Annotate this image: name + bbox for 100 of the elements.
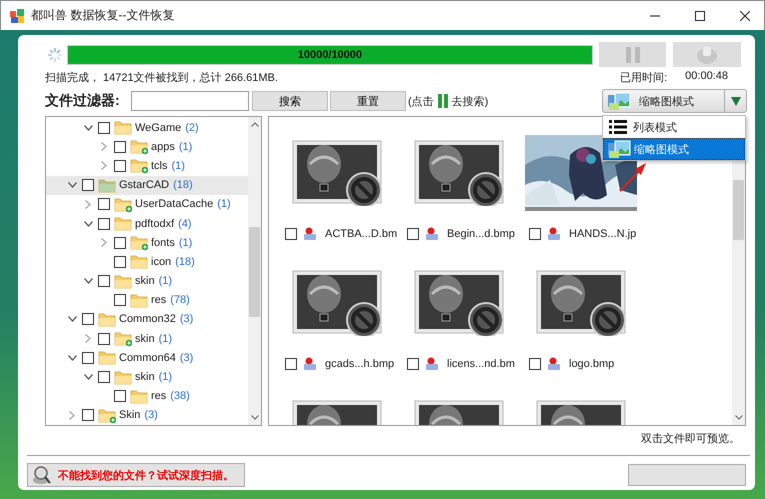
tree-item[interactable]: fonts (1)	[46, 233, 249, 252]
tree-item[interactable]: icon (18)	[46, 252, 249, 272]
broken-image-icon[interactable]	[292, 140, 382, 206]
tree-item[interactable]: skin (1)	[46, 329, 249, 348]
picture-stack-icon	[607, 91, 631, 111]
menu-item[interactable]: 缩略图模式	[603, 138, 745, 160]
scroll-down-icon[interactable]	[250, 415, 258, 420]
chevron-down-icon[interactable]	[84, 374, 92, 380]
scroll-down-icon[interactable]	[734, 415, 742, 420]
file-type-icon	[547, 357, 561, 371]
checkbox[interactable]	[114, 160, 126, 172]
chevron-down-icon[interactable]	[84, 278, 92, 284]
checkbox[interactable]	[529, 228, 541, 240]
folder-name: Skin	[119, 409, 140, 422]
file-count: (1)	[172, 160, 185, 172]
file-count: (2)	[185, 122, 199, 134]
tree-item[interactable]: apps (1)	[46, 137, 249, 156]
tree-item[interactable]: res (78)	[46, 290, 249, 310]
chevron-down-icon[interactable]	[68, 316, 76, 322]
spinner-icon	[47, 46, 63, 62]
menu-item[interactable]: 列表模式	[603, 116, 745, 138]
checkbox[interactable]	[529, 358, 541, 370]
pause-bars-icon	[438, 94, 448, 108]
checkbox[interactable]	[114, 236, 126, 249]
chevron-down-icon[interactable]	[84, 124, 92, 131]
chevron-down-icon[interactable]	[84, 220, 92, 227]
folder-name: WeGame	[135, 122, 182, 134]
tree-item[interactable]: WeGame (2)	[46, 118, 249, 138]
scrollbar-thumb[interactable]	[249, 227, 260, 317]
checkbox[interactable]	[114, 256, 126, 268]
checkbox[interactable]	[407, 228, 419, 240]
chevron-down-icon[interactable]	[68, 354, 76, 361]
scrollbar-thumb[interactable]	[733, 180, 744, 240]
filter-label: 文件过滤器:	[45, 92, 121, 110]
broken-image-icon[interactable]	[536, 270, 626, 336]
tree-item[interactable]: Common32 (3)	[46, 310, 249, 330]
close-icon[interactable]	[740, 10, 750, 20]
file-name[interactable]: ACTBA...D.bm	[325, 228, 398, 240]
checkbox[interactable]	[98, 371, 110, 384]
tree-item[interactable]: res (38)	[46, 386, 249, 406]
file-type-icon	[425, 357, 439, 371]
elapsed-label: 已用时间:	[620, 70, 668, 84]
checkbox[interactable]	[82, 179, 94, 192]
folder-name: Common64	[119, 352, 176, 364]
folder-name: GstarCAD	[119, 179, 170, 192]
file-count: (38)	[170, 390, 190, 402]
deep-scan-button[interactable]: 不能找到您的文件？试试深度扫描。	[27, 463, 245, 487]
tree-item[interactable]: tcls (1)	[46, 156, 249, 176]
file-count: (1)	[158, 371, 172, 384]
filter-field[interactable]	[131, 91, 249, 111]
arrow	[618, 161, 648, 193]
tree-item[interactable]: Skin (3)	[46, 406, 249, 425]
scrollbar[interactable]	[248, 117, 261, 425]
checkbox[interactable]	[98, 218, 110, 230]
tree-item[interactable]: pdftodxf (4)	[46, 214, 249, 234]
file-name[interactable]: licens...nd.bm	[447, 358, 515, 370]
checkbox[interactable]	[285, 358, 297, 370]
reset-button[interactable]: 重置	[330, 91, 406, 111]
checkbox[interactable]	[82, 409, 94, 422]
checkbox[interactable]	[285, 228, 297, 240]
checkbox[interactable]	[82, 352, 94, 364]
tree-item[interactable]: UserDataCache (1)	[46, 194, 249, 214]
file-name[interactable]: gcads...h.bmp	[325, 358, 394, 370]
tree-item[interactable]: Common64 (3)	[46, 348, 249, 368]
file-count: (4)	[178, 218, 192, 230]
file-type-icon	[547, 227, 561, 241]
checkbox[interactable]	[98, 332, 110, 345]
file-count: (1)	[158, 332, 172, 345]
file-type-icon	[303, 357, 317, 371]
file-name[interactable]: logo.bmp	[569, 358, 614, 370]
file-name[interactable]: Begin...d.bmp	[447, 228, 515, 240]
checkbox[interactable]	[114, 294, 126, 306]
folder-name: UserDataCache	[135, 198, 214, 210]
folder-name: res	[151, 390, 166, 402]
folder-name: skin	[135, 332, 155, 345]
broken-image-icon[interactable]	[414, 140, 504, 206]
tree-item[interactable]: skin (1)	[46, 272, 249, 291]
chevron-down-icon[interactable]	[68, 182, 76, 188]
broken-image-icon[interactable]	[414, 270, 504, 336]
file-count: (3)	[180, 313, 194, 326]
broken-image-icon[interactable]	[292, 270, 382, 336]
file-count: (3)	[180, 352, 194, 364]
checkbox[interactable]	[407, 358, 419, 370]
checkbox[interactable]	[114, 390, 126, 402]
scroll-up-icon[interactable]	[250, 122, 258, 127]
file-name[interactable]: HANDS...N.jp	[569, 228, 636, 240]
maximize-icon[interactable]	[695, 10, 705, 20]
search-button[interactable]: 搜索	[252, 91, 328, 111]
list-icon	[609, 120, 627, 134]
view-mode-dropdown[interactable]: 缩略图模式	[602, 89, 747, 113]
tree-item[interactable]: GstarCAD (18)	[46, 176, 249, 195]
tree-item[interactable]: skin (1)	[46, 367, 249, 387]
checkbox[interactable]	[82, 313, 94, 326]
window-title: 都叫兽 数据恢复--文件恢复	[31, 7, 174, 24]
checkbox[interactable]	[98, 275, 110, 288]
checkbox[interactable]	[114, 140, 126, 153]
checkbox[interactable]	[98, 122, 110, 134]
app-logo-icon	[9, 8, 25, 24]
file-type-icon	[303, 227, 317, 241]
checkbox[interactable]	[98, 198, 110, 210]
